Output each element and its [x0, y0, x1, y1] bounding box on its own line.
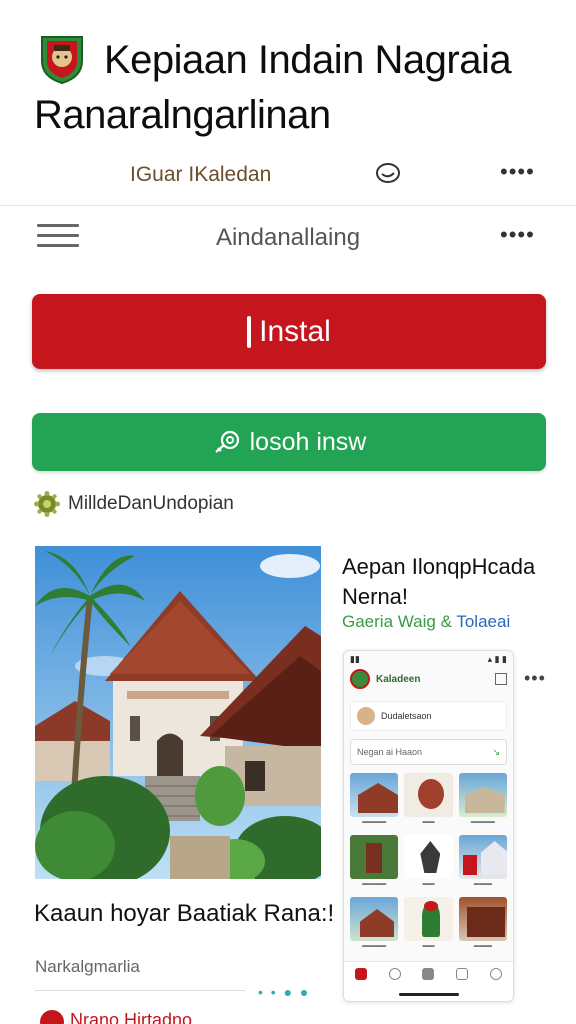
- install-button[interactable]: Instal: [32, 294, 546, 369]
- install-bar-icon: [247, 315, 252, 348]
- tile: ▬▬▬▬: [350, 835, 399, 891]
- grid-icon: [495, 673, 507, 685]
- phone-card-text: Dudaletsaon: [381, 711, 432, 721]
- tile: ▬▬▬: [458, 897, 507, 953]
- badge-icon: [34, 491, 60, 517]
- rating-text: MilldeDanUndopian: [68, 493, 234, 514]
- toolbar-more-icon[interactable]: ••••: [500, 222, 535, 248]
- side-more-icon[interactable]: •••: [524, 668, 546, 689]
- open-label: losoh insw: [249, 427, 367, 456]
- phone-profile-card: Dudaletsaon: [350, 701, 507, 731]
- avatar: [357, 707, 375, 725]
- screenshot-caption: Kaaun hoyar Baatiak Rana:!: [34, 900, 335, 927]
- developer-row: IGuar IKaledan ••••: [0, 155, 576, 195]
- divider: [35, 990, 245, 991]
- app-title-line-2: Ranaralngarlinan: [34, 93, 331, 137]
- library-icon: [422, 968, 435, 980]
- tag-green: Gaeria Waig &: [342, 612, 452, 631]
- tile: ▬▬▬: [458, 835, 507, 891]
- share-icon[interactable]: [373, 161, 403, 187]
- toolbar-title: Aindanallaing: [215, 224, 361, 251]
- tile: ▬▬▬▬: [350, 897, 399, 953]
- tile: ▬▬▬▬: [350, 773, 399, 829]
- phone-search: Negan ai Haaon ↘: [350, 739, 507, 765]
- phone-header: Kaladeen: [344, 665, 513, 693]
- rating-row: MilldeDanUndopian: [34, 490, 234, 518]
- phone-search-text: Negan ai Haaon: [357, 747, 423, 757]
- profile-icon: [490, 968, 503, 980]
- side-screenshot-tag: Gaeria Waig & Tolaeai: [342, 612, 510, 632]
- developer-link[interactable]: IGuar IKaledan: [130, 163, 271, 187]
- tag-blue: Tolaeai: [456, 612, 511, 631]
- tile: ▬▬: [404, 773, 453, 829]
- tile: ▬▬▬▬: [458, 773, 507, 829]
- page-indicator-icon: • • ● ●: [258, 984, 311, 1000]
- tile: ▬▬: [404, 835, 453, 891]
- app-header: Kepiaan Indain Nagraia Ranaralngarlinan: [0, 0, 576, 150]
- map-icon: [456, 968, 469, 980]
- screenshot-subcaption: Narkalgmarlia: [35, 957, 140, 976]
- toolbar: Aindanallaing ••••: [0, 212, 576, 262]
- side-screenshot-title: Aepan IlonqpHcada Nerna!: [342, 554, 536, 609]
- home-icon: [354, 968, 367, 980]
- screenshot-phone[interactable]: ▮▮ ▴ ▮ ▮ Kaladeen Dudaletsaon Negan ai Ha…: [343, 650, 514, 1002]
- footer-logo: [40, 1010, 64, 1024]
- phone-app-name: Kaladeen: [376, 673, 421, 685]
- phone-search-icon: ↘: [492, 746, 500, 757]
- more-options-icon[interactable]: ••••: [500, 159, 535, 185]
- tile: ▬▬: [404, 897, 453, 953]
- phone-app-logo: [350, 669, 370, 689]
- open-button[interactable]: losoh insw: [32, 413, 546, 471]
- footer-text: Nrano Hirtadno: [70, 1010, 193, 1024]
- screenshot-main-image[interactable]: [35, 546, 321, 879]
- divider: [0, 205, 576, 206]
- search-icon: [388, 968, 401, 980]
- app-title-line-1: Kepiaan Indain Nagraia: [104, 38, 512, 82]
- home-indicator: [399, 993, 459, 996]
- phone-status-bar: ▮▮ ▴ ▮ ▮: [350, 654, 507, 664]
- install-label: Instal: [259, 314, 331, 348]
- app-logo: [41, 36, 83, 85]
- phone-tiles: ▬▬▬▬ ▬▬ ▬▬▬▬ ▬▬▬▬ ▬▬ ▬▬▬ ▬▬▬▬ ▬▬ ▬▬▬: [344, 773, 513, 953]
- link-icon: [214, 430, 239, 453]
